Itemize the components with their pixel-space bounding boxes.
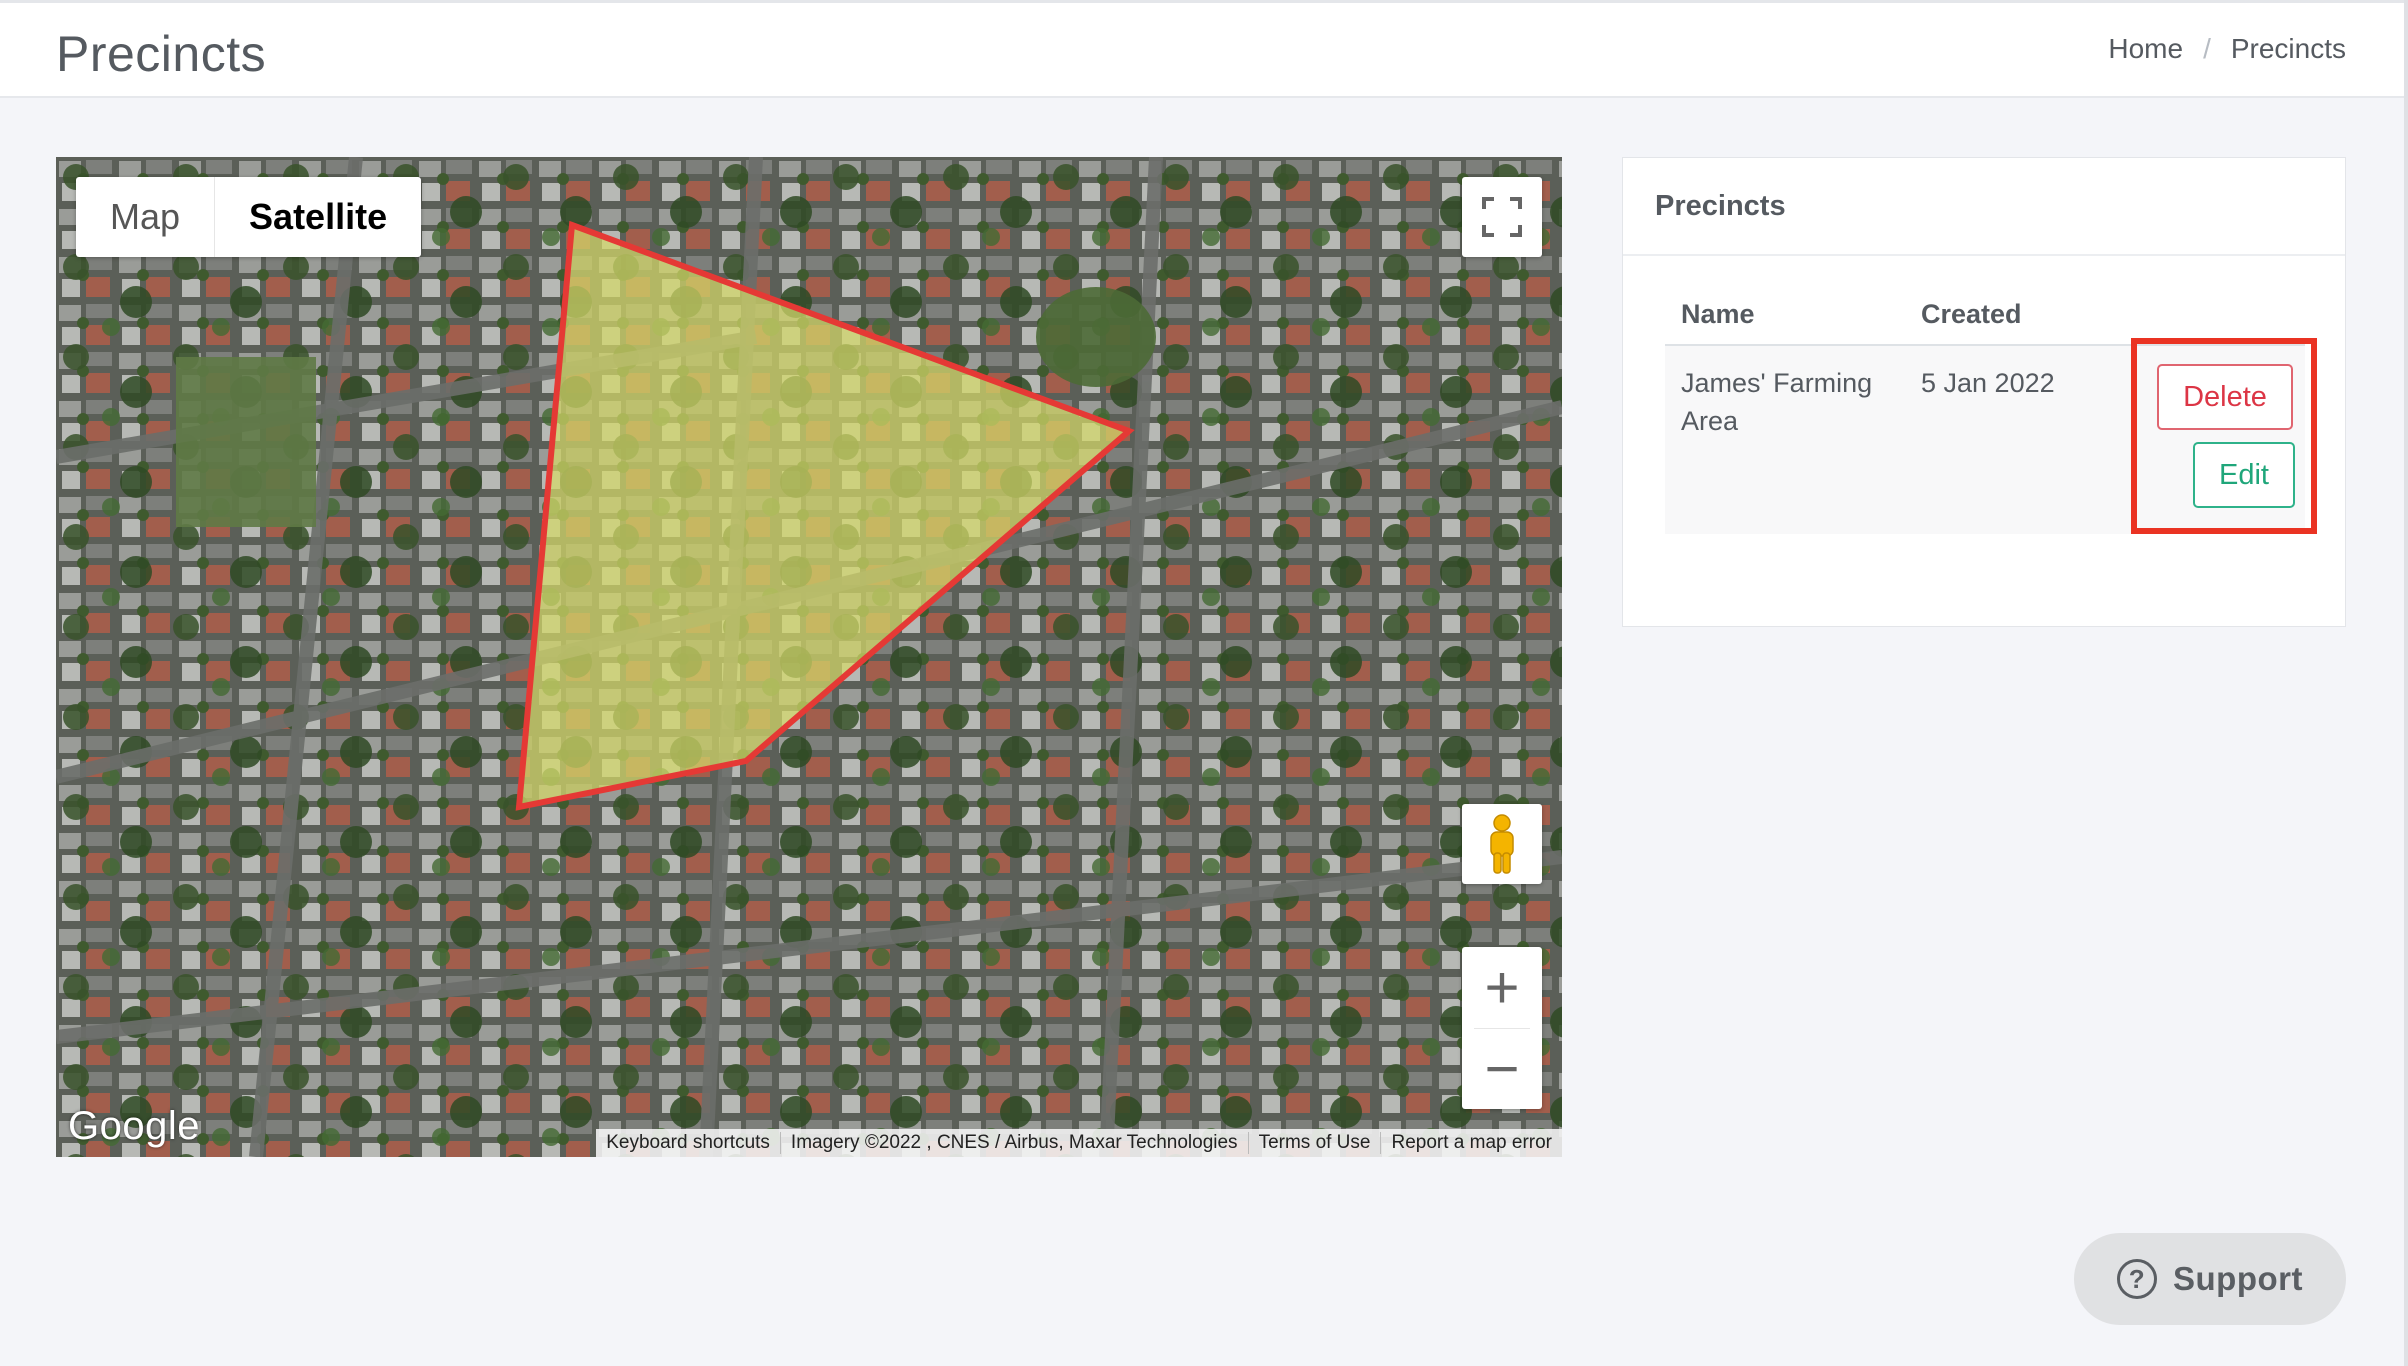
row-actions-highlight: Delete Edit <box>2131 338 2317 534</box>
column-header-name: Name <box>1681 299 1755 329</box>
page-title: Precincts <box>56 26 267 82</box>
card-title: Precincts <box>1623 158 2345 256</box>
breadcrumb: Home / Precincts <box>2108 33 2346 65</box>
table-row: James' Farming Area 5 Jan 2022 Delete Ed… <box>1665 338 2317 534</box>
support-label: Support <box>2173 1260 2303 1297</box>
street-view-pegman[interactable] <box>1462 804 1542 884</box>
page-header: Precincts Home / Precincts <box>0 0 2408 98</box>
row-created: 5 Jan 2022 <box>1921 368 2055 398</box>
help-circle-icon: ? <box>2117 1259 2157 1299</box>
breadcrumb-separator: / <box>2203 33 2211 64</box>
map-type-control: Map Satellite <box>76 177 422 257</box>
fullscreen-icon <box>1482 197 1522 237</box>
imagery-credit: Imagery ©2022 , CNES / Airbus, Maxar Tec… <box>779 1132 1248 1154</box>
breadcrumb-home-link[interactable]: Home <box>2108 33 2183 65</box>
report-map-error-link[interactable]: Report a map error <box>1380 1132 1562 1154</box>
map-view[interactable]: Map Satellite + − Google Keyboard shortc… <box>56 157 1562 1157</box>
column-header-created: Created <box>1921 299 2022 329</box>
precincts-table: Name Created James' Farming Area 5 Jan 2… <box>1665 288 2317 534</box>
edit-button[interactable]: Edit <box>2193 442 2295 508</box>
support-button[interactable]: ? Support <box>2074 1233 2346 1325</box>
satellite-imagery <box>56 157 1562 1157</box>
terms-of-use-link[interactable]: Terms of Use <box>1247 1132 1381 1154</box>
row-name: James' Farming Area <box>1681 368 1873 436</box>
zoom-out-button[interactable]: − <box>1462 1029 1542 1109</box>
google-logo: Google <box>68 1104 200 1148</box>
precincts-card: Precincts Name Created James' Farming Ar… <box>1622 157 2346 627</box>
map-type-map-button[interactable]: Map <box>76 177 214 257</box>
map-type-satellite-button[interactable]: Satellite <box>214 177 421 257</box>
breadcrumb-current: Precincts <box>2230 33 2346 64</box>
scrollbar-track[interactable] <box>2404 0 2408 1366</box>
keyboard-shortcuts-link[interactable]: Keyboard shortcuts <box>596 1132 780 1154</box>
delete-button[interactable]: Delete <box>2157 364 2293 430</box>
pegman-icon <box>1490 814 1514 874</box>
fullscreen-button[interactable] <box>1462 177 1542 257</box>
zoom-control: + − <box>1462 947 1542 1109</box>
map-attribution: Keyboard shortcuts Imagery ©2022 , CNES … <box>596 1129 1562 1157</box>
zoom-in-button[interactable]: + <box>1462 948 1542 1028</box>
